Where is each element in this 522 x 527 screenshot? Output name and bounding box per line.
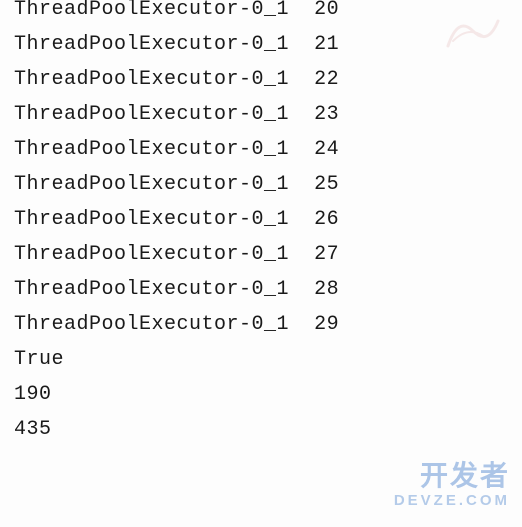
- thread-value: 27: [314, 243, 339, 266]
- thread-value: 25: [314, 173, 339, 196]
- thread-name: ThreadPoolExecutor-0_1: [14, 173, 289, 196]
- console-line: ThreadPoolExecutor-0_1 22: [14, 62, 522, 97]
- thread-value: 23: [314, 103, 339, 126]
- thread-value: 20: [314, 0, 339, 21]
- console-output: ThreadPoolExecutor-0_1 20ThreadPoolExecu…: [14, 0, 522, 447]
- thread-name: ThreadPoolExecutor-0_1: [14, 243, 289, 266]
- console-line: ThreadPoolExecutor-0_1 26: [14, 202, 522, 237]
- thread-value: 24: [314, 138, 339, 161]
- thread-name: ThreadPoolExecutor-0_1: [14, 278, 289, 301]
- thread-name: ThreadPoolExecutor-0_1: [14, 313, 289, 336]
- thread-name: ThreadPoolExecutor-0_1: [14, 103, 289, 126]
- thread-value: 29: [314, 313, 339, 336]
- thread-name: ThreadPoolExecutor-0_1: [14, 33, 289, 56]
- thread-value: 21: [314, 33, 339, 56]
- console-line: ThreadPoolExecutor-0_1 27: [14, 237, 522, 272]
- thread-name: ThreadPoolExecutor-0_1: [14, 68, 289, 91]
- thread-value: 28: [314, 278, 339, 301]
- thread-value: 26: [314, 208, 339, 231]
- thread-name: ThreadPoolExecutor-0_1: [14, 0, 289, 21]
- console-line: ThreadPoolExecutor-0_1 20: [14, 0, 522, 27]
- watermark-line2: DEVZE.COM: [394, 492, 510, 509]
- console-line: ThreadPoolExecutor-0_1 23: [14, 97, 522, 132]
- watermark: 开发者 DEVZE.COM: [394, 460, 510, 509]
- console-line: 190: [14, 377, 522, 412]
- thread-name: ThreadPoolExecutor-0_1: [14, 138, 289, 161]
- watermark-line1: 开发者: [394, 460, 510, 492]
- console-line: ThreadPoolExecutor-0_1 25: [14, 167, 522, 202]
- thread-name: ThreadPoolExecutor-0_1: [14, 208, 289, 231]
- console-line: ThreadPoolExecutor-0_1 28: [14, 272, 522, 307]
- console-line: ThreadPoolExecutor-0_1 24: [14, 132, 522, 167]
- console-line: 435: [14, 412, 522, 447]
- thread-value: 22: [314, 68, 339, 91]
- console-line: ThreadPoolExecutor-0_1 29: [14, 307, 522, 342]
- console-line: ThreadPoolExecutor-0_1 21: [14, 27, 522, 62]
- console-line: True: [14, 342, 522, 377]
